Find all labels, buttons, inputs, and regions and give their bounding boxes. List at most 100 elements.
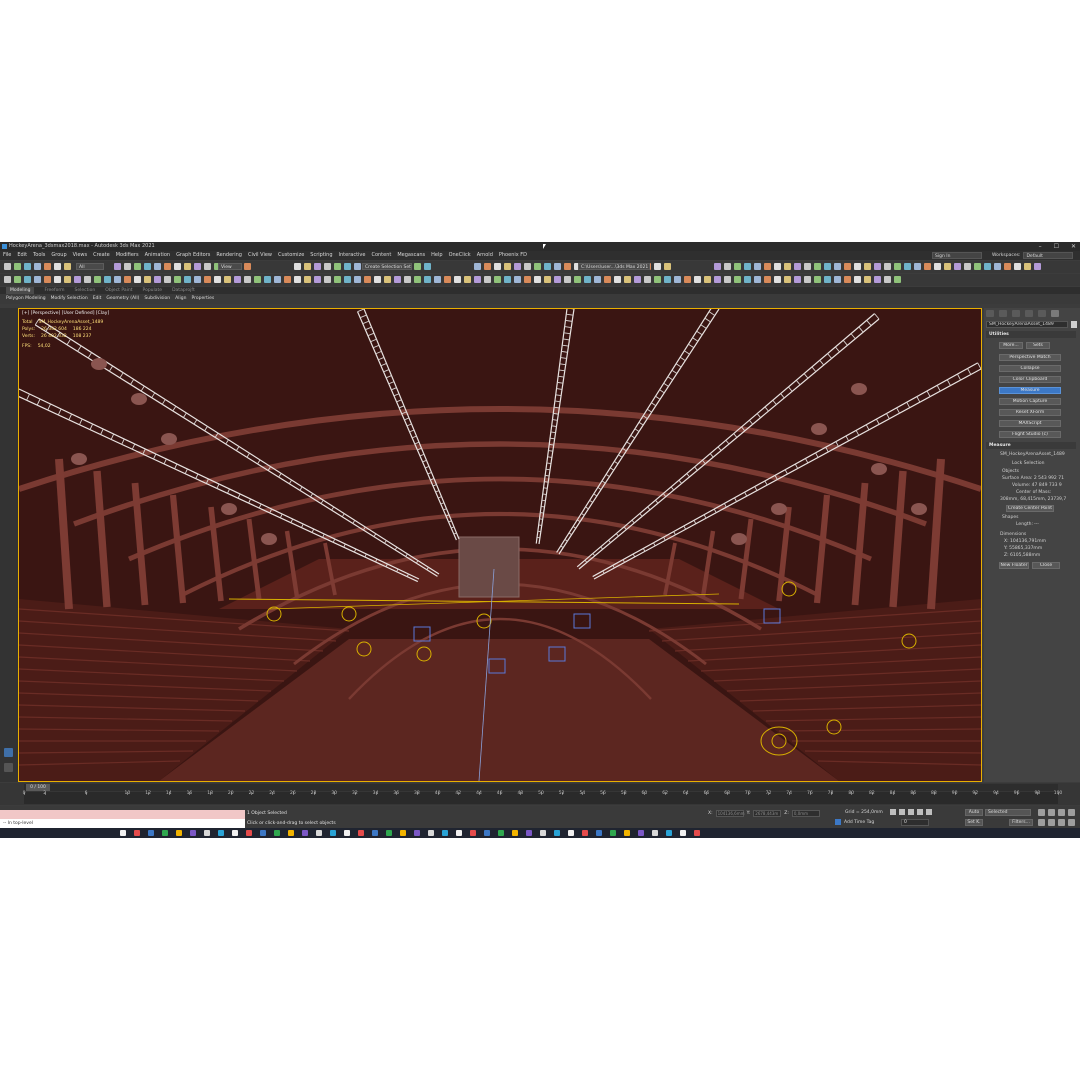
ribbon-subdivision[interactable]: Subdivision: [144, 294, 170, 304]
taskbar-app-icon[interactable]: [232, 830, 238, 836]
taskbar-app-icon[interactable]: [624, 830, 630, 836]
go-to-end-icon[interactable]: [926, 809, 932, 815]
toolbar-tool-icon[interactable]: [444, 276, 451, 283]
menu-content[interactable]: Content: [371, 251, 391, 260]
play-icon[interactable]: [908, 809, 914, 815]
perspective-viewport[interactable]: [+] [Perspective] [User Defined] [Clay] …: [18, 308, 982, 782]
toolbar-tool-icon[interactable]: [34, 263, 41, 270]
toolbar-tool-icon[interactable]: [494, 276, 501, 283]
toolbar-tool-icon[interactable]: [514, 276, 521, 283]
toolbar-tool-icon[interactable]: [174, 276, 181, 283]
toolbar-tool-icon[interactable]: [954, 263, 961, 270]
toolbar-tool-icon[interactable]: [334, 263, 341, 270]
toolbar-tool-icon[interactable]: [524, 276, 531, 283]
motion-capture-button[interactable]: Motion Capture: [999, 398, 1061, 405]
utilities-rollout-title[interactable]: Utilities: [986, 331, 1076, 338]
ribbon-geometry-all[interactable]: Geometry (All): [106, 294, 139, 304]
toolbar-tool-icon[interactable]: [354, 276, 361, 283]
measure-rollout-title[interactable]: Measure: [986, 442, 1076, 449]
zoom-extents-icon[interactable]: [1058, 809, 1065, 816]
toolbar-tool-icon[interactable]: [264, 276, 271, 283]
menu-megascans[interactable]: Megascans: [397, 251, 425, 260]
toolbar-tool-icon[interactable]: [94, 276, 101, 283]
toolbar-tool-icon[interactable]: [204, 263, 211, 270]
toolbar-tool-icon[interactable]: [504, 263, 511, 270]
toolbar-tool-icon[interactable]: [364, 276, 371, 283]
toolbar-tool-icon[interactable]: [614, 276, 621, 283]
toolbar-tool-icon[interactable]: [664, 276, 671, 283]
toolbar-tool-icon[interactable]: [864, 276, 871, 283]
toolbar-tool-icon[interactable]: [84, 276, 91, 283]
toolbar-tool-icon[interactable]: [824, 276, 831, 283]
go-to-start-icon[interactable]: [890, 809, 896, 815]
taskbar-app-icon[interactable]: [330, 830, 336, 836]
maxscript-output-line[interactable]: [0, 810, 245, 819]
new-floater-button[interactable]: New Floater: [999, 562, 1029, 569]
toolbar-tool-icon[interactable]: [294, 276, 301, 283]
viewport-layout-add-button[interactable]: [4, 763, 13, 772]
selection-set-dropdown[interactable]: Create Selection Set: [362, 263, 412, 270]
modify-panel-icon[interactable]: [999, 310, 1007, 317]
sets-button[interactable]: Sets: [1026, 342, 1050, 349]
minimize-button[interactable]: –: [1039, 242, 1042, 251]
toolbar-tool-icon[interactable]: [534, 276, 541, 283]
taskbar-app-icon[interactable]: [274, 830, 280, 836]
toolbar-tool-icon[interactable]: [744, 276, 751, 283]
toolbar-tool-icon[interactable]: [674, 276, 681, 283]
toolbar-tool-icon[interactable]: [44, 276, 51, 283]
object-name-field[interactable]: SM_HockeyArenaAsset_1489: [986, 321, 1068, 328]
toolbar-tool-icon[interactable]: [654, 263, 661, 270]
orbit-icon[interactable]: [1058, 819, 1065, 826]
taskbar-app-icon[interactable]: [246, 830, 252, 836]
taskbar-app-icon[interactable]: [148, 830, 154, 836]
set-key-button[interactable]: Set K.: [965, 819, 983, 826]
collapse-button[interactable]: Collapse: [999, 365, 1061, 372]
toolbar-tool-icon[interactable]: [584, 276, 591, 283]
toolbar-tool-icon[interactable]: [574, 276, 581, 283]
project-folder-dropdown[interactable]: C:\Users\user...\3ds Max 2021: [578, 263, 650, 270]
toolbar-tool-icon[interactable]: [874, 263, 881, 270]
close-measure-button[interactable]: Close: [1032, 562, 1060, 569]
toolbar-tool-icon[interactable]: [544, 263, 551, 270]
toolbar-tool-icon[interactable]: [664, 263, 671, 270]
hierarchy-panel-icon[interactable]: [1012, 310, 1020, 317]
toolbar-tool-icon[interactable]: [894, 276, 901, 283]
taskbar-app-icon[interactable]: [694, 830, 700, 836]
toolbar-tool-icon[interactable]: [64, 276, 71, 283]
y-coordinate-field[interactable]: 2678,443m: [753, 810, 782, 817]
toolbar-tool-icon[interactable]: [744, 263, 751, 270]
toolbar-tool-icon[interactable]: [944, 263, 951, 270]
object-color-swatch[interactable]: [1071, 321, 1077, 328]
taskbar-app-icon[interactable]: [176, 830, 182, 836]
toolbar-tool-icon[interactable]: [144, 263, 151, 270]
toolbar-tool-icon[interactable]: [554, 276, 561, 283]
taskbar-app-icon[interactable]: [680, 830, 686, 836]
toolbar-tool-icon[interactable]: [344, 263, 351, 270]
toolbar-tool-icon[interactable]: [764, 276, 771, 283]
toolbar-tool-icon[interactable]: [404, 276, 411, 283]
taskbar-app-icon[interactable]: [386, 830, 392, 836]
toolbar-tool-icon[interactable]: [824, 263, 831, 270]
toolbar-tool-icon[interactable]: [844, 263, 851, 270]
toolbar-tool-icon[interactable]: [784, 263, 791, 270]
toolbar-tool-icon[interactable]: [154, 263, 161, 270]
add-time-tag[interactable]: Add Time Tag: [835, 819, 874, 825]
current-frame-field[interactable]: 0: [901, 819, 929, 826]
toolbar-tool-icon[interactable]: [164, 263, 171, 270]
toolbar-tool-icon[interactable]: [374, 276, 381, 283]
previous-frame-icon[interactable]: [899, 809, 905, 815]
taskbar-app-icon[interactable]: [162, 830, 168, 836]
create-center-point-button[interactable]: Create Center Point: [1006, 505, 1054, 512]
toolbar-tool-icon[interactable]: [884, 276, 891, 283]
maximize-button[interactable]: ☐: [1054, 242, 1059, 251]
perspective-match-button[interactable]: Perspective Match: [999, 354, 1061, 361]
utilities-panel-icon[interactable]: [1051, 310, 1059, 317]
toolbar-tool-icon[interactable]: [154, 276, 161, 283]
toolbar-tool-icon[interactable]: [814, 276, 821, 283]
taskbar-app-icon[interactable]: [638, 830, 644, 836]
toolbar-tool-icon[interactable]: [534, 263, 541, 270]
menu-create[interactable]: Create: [93, 251, 110, 260]
toolbar-tool-icon[interactable]: [894, 263, 901, 270]
taskbar-app-icon[interactable]: [218, 830, 224, 836]
flight-studio-button[interactable]: Flight Studio (c): [999, 431, 1061, 438]
